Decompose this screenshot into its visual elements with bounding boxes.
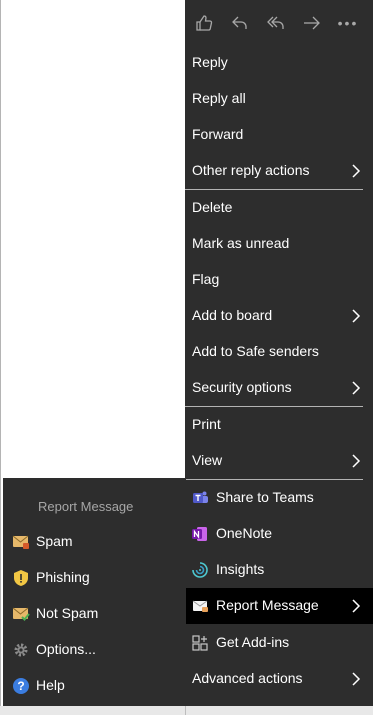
menu-item-delete[interactable]: Delete [185, 190, 373, 226]
menu-item-label: Get Add-ins [216, 634, 290, 650]
submenu-item-options[interactable]: Options... [3, 632, 186, 668]
menu-item-flag[interactable]: Flag [185, 262, 373, 298]
menu-item-label: Security options [192, 379, 292, 395]
chevron-right-icon [351, 308, 361, 324]
report-message-submenu: Report Message Spam Phishing Not Spam Op… [3, 478, 186, 706]
quick-actions-toolbar: ••• [185, 0, 373, 44]
menu-item-mark-as-unread[interactable]: Mark as unread [185, 226, 373, 262]
context-menu: ••• Reply Reply all Forward Other reply … [185, 0, 373, 706]
submenu-item-label: Not Spam [36, 605, 99, 621]
add-ins-grid-icon [191, 634, 209, 652]
menu-item-label: Forward [192, 126, 244, 142]
chevron-right-icon [351, 453, 361, 469]
submenu-item-phishing[interactable]: Phishing [3, 560, 186, 596]
menu-item-label: Reply [192, 54, 228, 70]
menu-item-other-reply-actions[interactable]: Other reply actions [185, 153, 373, 189]
menu-item-label: Report Message [216, 597, 319, 613]
submenu-item-help[interactable]: ? Help [3, 668, 186, 704]
phishing-shield-icon [12, 569, 30, 587]
menu-item-label: Other reply actions [192, 162, 310, 178]
menu-item-label: Mark as unread [192, 235, 290, 251]
menu-item-add-to-board[interactable]: Add to board [185, 298, 373, 334]
options-gear-icon [12, 641, 30, 659]
like-icon[interactable] [191, 12, 217, 34]
not-spam-envelope-icon [12, 605, 30, 623]
menu-item-label: Insights [216, 561, 265, 577]
chevron-right-icon [351, 163, 361, 179]
menu-item-label: Add to board [192, 307, 273, 323]
onenote-icon [191, 525, 209, 543]
left-panel-border [0, 0, 1, 715]
report-message-icon [191, 597, 209, 615]
teams-icon [191, 489, 209, 507]
menu-item-label: Delete [192, 199, 233, 215]
menu-item-label: View [192, 452, 223, 468]
menu-item-label: Reply all [192, 90, 246, 106]
help-icon: ? [12, 677, 30, 695]
chevron-right-icon [351, 598, 361, 614]
menu-item-onenote[interactable]: OneNote [185, 516, 373, 552]
chevron-right-icon [351, 380, 361, 396]
menu-item-print[interactable]: Print [185, 407, 373, 443]
insights-icon [191, 561, 209, 579]
bottom-strip-divider [185, 706, 186, 715]
forward-icon[interactable] [299, 12, 325, 34]
menu-item-label: Advanced actions [192, 670, 303, 686]
menu-item-reply-all[interactable]: Reply all [185, 81, 373, 117]
menu-item-label: Share to Teams [216, 489, 314, 505]
menu-item-advanced-actions[interactable]: Advanced actions [185, 661, 373, 697]
menu-item-share-to-teams[interactable]: Share to Teams [185, 480, 373, 516]
menu-item-report-message[interactable]: Report Message [185, 588, 373, 624]
menu-item-security-options[interactable]: Security options [185, 370, 373, 406]
reply-icon[interactable] [227, 12, 253, 34]
menu-item-insights[interactable]: Insights [185, 552, 373, 588]
submenu-item-label: Help [36, 677, 65, 693]
menu-item-label: Flag [192, 271, 220, 287]
reply-all-icon[interactable] [263, 12, 289, 34]
submenu-item-not-spam[interactable]: Not Spam [3, 596, 186, 632]
spam-envelope-icon [12, 533, 30, 551]
submenu-item-label: Spam [36, 533, 73, 549]
menu-item-label: Add to Safe senders [192, 343, 319, 359]
menu-item-forward[interactable]: Forward [185, 117, 373, 153]
menu-item-add-to-safe-senders[interactable]: Add to Safe senders [185, 334, 373, 370]
menu-item-reply[interactable]: Reply [185, 45, 373, 81]
menu-item-label: OneNote [216, 525, 273, 541]
chevron-right-icon [351, 671, 361, 687]
submenu-title: Report Message [38, 499, 134, 514]
menu-item-get-add-ins[interactable]: Get Add-ins [185, 625, 373, 661]
more-options-icon[interactable]: ••• [335, 12, 361, 34]
submenu-item-spam[interactable]: Spam [3, 524, 186, 560]
menu-item-view[interactable]: View [185, 443, 373, 479]
menu-item-label: Print [192, 416, 221, 432]
submenu-item-label: Options... [36, 641, 96, 657]
svg-text:?: ? [17, 679, 24, 693]
bottom-strip [0, 706, 373, 715]
submenu-item-label: Phishing [36, 569, 90, 585]
